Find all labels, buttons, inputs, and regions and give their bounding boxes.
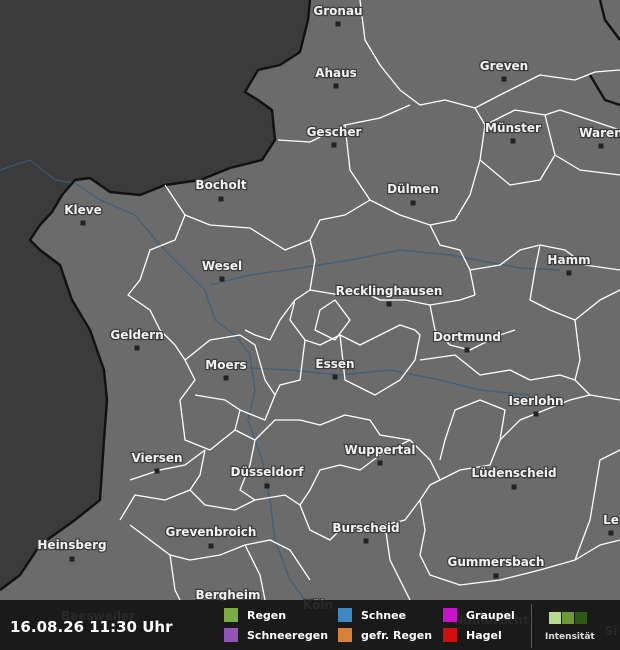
- city-label-muenster: Münster: [485, 121, 541, 135]
- city-label-heinsberg: Heinsberg: [37, 538, 106, 552]
- city-label-le: Le: [603, 513, 619, 527]
- city-label-iserlohn: Iserlohn: [508, 394, 563, 408]
- intensity-label: Intensität: [545, 632, 595, 642]
- legend-swatch-schnee: [338, 608, 352, 622]
- city-dot-grevenbroich: [208, 543, 214, 549]
- city-label-hamm: Hamm: [547, 253, 590, 267]
- city-label-moers: Moers: [205, 358, 246, 372]
- city-dot-gronau: [335, 21, 341, 27]
- city-label-gummersbach: Gummersbach: [448, 555, 545, 569]
- city-label-essen: Essen: [315, 357, 354, 371]
- city-label-wuppertal: Wuppertal: [345, 443, 416, 457]
- city-dot-moers: [223, 375, 229, 381]
- city-dot-muenster: [510, 138, 516, 144]
- city-label-greven: Greven: [480, 59, 528, 73]
- city-dot-hamm: [566, 270, 572, 276]
- intensity-swatch-high: [575, 612, 587, 624]
- city-label-dortmund: Dortmund: [433, 330, 501, 344]
- city-label-burscheid: Burscheid: [332, 521, 399, 535]
- city-label-waren: Waren: [579, 126, 620, 140]
- city-dot-essen: [332, 374, 338, 380]
- city-dot-gescher: [331, 142, 337, 148]
- city-dot-ahaus: [333, 83, 339, 89]
- city-label-recklinghausen: Recklinghausen: [336, 284, 443, 298]
- legend-item-hagel: Hagel: [443, 627, 502, 643]
- city-dot-kleve: [80, 220, 86, 226]
- city-dot-wuppertal: [377, 460, 383, 466]
- legend-item-regen: Regen: [224, 607, 286, 623]
- city-label-grevenbroich: Grevenbroich: [166, 525, 257, 539]
- radar-timestamp: 16.08.26 11:30 Uhr: [10, 618, 173, 636]
- city-dot-iserlohn: [533, 411, 539, 417]
- legend-label-schneeregen: Schneeregen: [247, 628, 329, 642]
- intensity-scale: Intensität: [531, 604, 620, 648]
- city-dot-recklinghausen: [386, 301, 392, 307]
- city-label-ahaus: Ahaus: [315, 66, 357, 80]
- city-label-gronau: Gronau: [313, 4, 362, 18]
- map-canvas[interactable]: Gronau Ahaus Greven Münster Waren Gescher Boch…: [0, 0, 620, 650]
- city-dot-duesseldorf: [264, 483, 270, 489]
- legend-swatch-schneeregen: [224, 628, 238, 642]
- city-label-luedenscheid: Lüdenscheid: [471, 466, 556, 480]
- city-label-gescher: Gescher: [307, 125, 362, 139]
- legend-label-graupel: Graupel: [466, 608, 515, 622]
- legend-item-graupel: Graupel: [443, 607, 515, 623]
- city-dot-viersen: [154, 468, 160, 474]
- legend-item-gefr-regen: gefr. Regen: [338, 627, 432, 643]
- city-dot-bocholt: [218, 196, 224, 202]
- legend-swatch-gefr-regen: [338, 628, 352, 642]
- legend-item-schnee: Schnee: [338, 607, 406, 623]
- city-label-viersen: Viersen: [131, 451, 182, 465]
- legend-swatch-hagel: [443, 628, 457, 642]
- city-dot-luedenscheid: [511, 484, 517, 490]
- city-label-wesel: Wesel: [202, 259, 242, 273]
- city-dot-duelmen: [410, 200, 416, 206]
- city-dot-burscheid: [363, 538, 369, 544]
- city-label-geldern: Geldern: [110, 328, 163, 342]
- city-dot-gummersbach: [493, 573, 499, 579]
- city-dot-dortmund: [464, 347, 470, 353]
- legend-swatch-graupel: [443, 608, 457, 622]
- legend-label-regen: Regen: [247, 608, 287, 622]
- legend-label-hagel: Hagel: [466, 628, 502, 642]
- city-label-duelmen: Dülmen: [387, 182, 439, 196]
- city-dot-wesel: [219, 276, 225, 282]
- intensity-swatch-low: [549, 612, 561, 624]
- city-label-bocholt: Bocholt: [195, 178, 246, 192]
- legend-label-schnee: Schnee: [361, 608, 407, 622]
- legend-swatch-regen: [224, 608, 238, 622]
- legend-bar: 16.08.26 11:30 Uhr Regen Schneeregen Sch…: [0, 600, 620, 650]
- city-label-kleve: Kleve: [64, 203, 102, 217]
- city-dot-waren: [598, 143, 604, 149]
- city-dot-geldern: [134, 345, 140, 351]
- legend-label-gefr-regen: gefr. Regen: [361, 628, 433, 642]
- city-dot-heinsberg: [69, 556, 75, 562]
- city-dot-greven: [501, 76, 507, 82]
- city-dot-le: [608, 530, 614, 536]
- radar-map[interactable]: Gronau Ahaus Greven Münster Waren Gescher Boch…: [0, 0, 620, 650]
- legend-item-schneeregen: Schneeregen: [224, 627, 328, 643]
- city-label-duesseldorf: Düsseldorf: [230, 465, 304, 479]
- intensity-swatch-mid: [562, 612, 574, 624]
